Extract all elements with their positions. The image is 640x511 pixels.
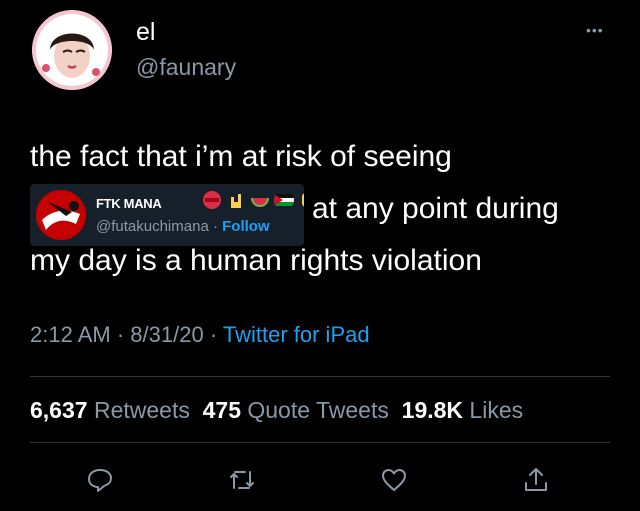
embedded-account-card[interactable]: FTK MANA @futakuchimana · Follow bbox=[30, 184, 304, 246]
retweets-label: Retweets bbox=[93, 397, 190, 423]
likes-label: Likes bbox=[469, 397, 524, 423]
retweet-icon bbox=[230, 471, 254, 489]
retweets-count: 6,637 bbox=[30, 397, 88, 423]
author-handle[interactable]: @faunary bbox=[136, 54, 236, 81]
likes-stat[interactable]: 19.8K Likes bbox=[402, 397, 523, 423]
red-heart-icon bbox=[203, 191, 221, 209]
tweet-source[interactable]: Twitter for iPad bbox=[223, 322, 370, 347]
palestine-flag-icon bbox=[274, 194, 294, 206]
embedded-account-avatar[interactable] bbox=[36, 190, 86, 240]
tweet-date[interactable]: 8/31/20 bbox=[130, 322, 203, 347]
meta-separator: · bbox=[116, 322, 125, 347]
embedded-account-emojis bbox=[202, 190, 304, 210]
rock-hand-icon bbox=[231, 194, 241, 208]
retweet-button[interactable] bbox=[222, 462, 262, 498]
raised-fist-icon bbox=[302, 193, 304, 207]
watermelon-icon bbox=[251, 198, 269, 207]
reply-button[interactable] bbox=[80, 462, 120, 498]
meta-separator: · bbox=[209, 322, 218, 347]
quote-tweets-count: 475 bbox=[202, 397, 241, 423]
embedded-account-subline: @futakuchimana · Follow bbox=[96, 218, 270, 235]
author-display-name[interactable]: el bbox=[136, 18, 155, 47]
tweet-time[interactable]: 2:12 AM bbox=[30, 322, 111, 347]
tweet-text-line-1: the fact that i’m at risk of seeing bbox=[30, 140, 452, 173]
retweets-stat[interactable]: 6,637 Retweets bbox=[30, 397, 190, 423]
heart-icon bbox=[382, 469, 406, 491]
separator-dot: · bbox=[212, 218, 218, 235]
tweet-stats: 6,637 Retweets 475 Quote Tweets 19.8K Li… bbox=[30, 397, 523, 424]
divider bbox=[30, 442, 610, 443]
share-button[interactable] bbox=[516, 462, 556, 498]
embedded-account-name: FTK MANA bbox=[96, 196, 162, 211]
likes-count: 19.8K bbox=[401, 397, 464, 423]
quote-tweets-label: Quote Tweets bbox=[247, 397, 389, 423]
reply-icon bbox=[88, 469, 112, 492]
author-avatar[interactable] bbox=[32, 10, 112, 90]
divider bbox=[30, 376, 610, 377]
tweet-text-line-2: at any point during bbox=[312, 192, 559, 225]
share-icon bbox=[525, 468, 547, 491]
quote-tweets-stat[interactable]: 475 Quote Tweets bbox=[203, 397, 389, 423]
embedded-account-handle[interactable]: @futakuchimana bbox=[96, 218, 209, 235]
follow-button[interactable]: Follow bbox=[222, 218, 270, 235]
more-options-icon[interactable]: ••• bbox=[586, 22, 604, 38]
tweet-meta: 2:12 AM · 8/31/20 · Twitter for iPad bbox=[30, 322, 370, 348]
like-button[interactable] bbox=[374, 462, 414, 498]
tweet-text-line-3: my day is a human rights violation bbox=[30, 244, 482, 277]
